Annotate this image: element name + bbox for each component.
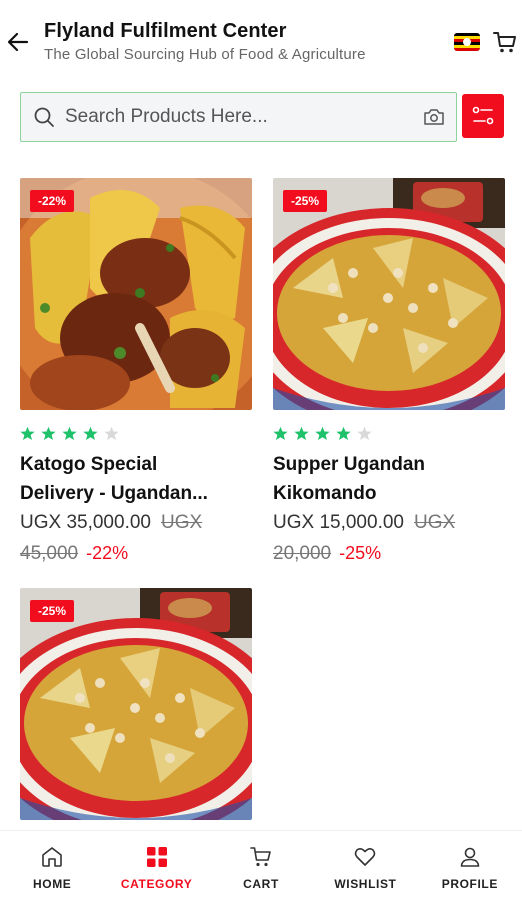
rating-stars xyxy=(20,426,119,441)
product-name-line1: Supper Ugandan xyxy=(273,454,426,475)
star-filled-icon xyxy=(315,426,330,441)
product-name-line2: Delivery - Ugandan... xyxy=(20,483,208,504)
product-image[interactable] xyxy=(20,178,252,410)
page-title: Flyland Fulfilment Center xyxy=(44,20,287,42)
star-empty-icon xyxy=(357,426,372,441)
arrow-left-icon xyxy=(7,32,29,52)
nav-home-label: HOME xyxy=(33,877,72,891)
app-header: Flyland Fulfilment Center The Global Sou… xyxy=(0,0,522,80)
product-image[interactable] xyxy=(273,178,505,410)
discount-percent: -22% xyxy=(86,543,129,563)
star-filled-icon xyxy=(273,426,288,441)
current-price: UGX 35,000.00 xyxy=(20,512,151,533)
nav-category[interactable]: CATEGORY xyxy=(104,831,208,900)
filter-icon xyxy=(472,106,494,125)
price-row: UGX 15,000.00 UGX xyxy=(273,512,455,534)
home-icon xyxy=(42,847,63,867)
search-box[interactable] xyxy=(20,92,457,142)
cart-icon xyxy=(493,32,516,53)
star-empty-icon xyxy=(104,426,119,441)
page-subtitle: The Global Sourcing Hub of Food & Agricu… xyxy=(44,46,366,63)
discount-badge: -25% xyxy=(283,190,328,212)
nav-cart[interactable]: CART xyxy=(209,831,313,900)
discount-badge: -25% xyxy=(30,600,75,622)
category-icon xyxy=(146,847,167,867)
rating-stars xyxy=(273,426,372,441)
old-price-amount: 20,000 xyxy=(273,543,332,564)
search-bar xyxy=(20,92,504,142)
price-row: UGX 35,000.00 UGX xyxy=(20,512,202,534)
product-name[interactable]: Katogo Special Delivery - Ugandan... xyxy=(20,450,252,508)
nav-home[interactable]: HOME xyxy=(0,831,104,900)
product-name-line2: Kikomando xyxy=(273,483,377,504)
product-image[interactable] xyxy=(20,588,252,820)
nav-profile-label: PROFILE xyxy=(441,877,498,891)
discount-percent: -25% xyxy=(339,543,382,563)
star-filled-icon xyxy=(336,426,351,441)
star-filled-icon xyxy=(20,426,35,441)
discount-badge: -22% xyxy=(30,190,75,212)
product-name-line1: Katogo Special xyxy=(20,454,158,475)
profile-icon xyxy=(460,847,480,867)
current-price: UGX 15,000.00 xyxy=(273,512,404,533)
old-price-currency: UGX xyxy=(160,512,203,533)
old-price-amount: 45,000 xyxy=(20,543,79,564)
price-row-2: 20,000 -25% xyxy=(273,543,381,565)
search-icon xyxy=(34,107,54,127)
cart-button[interactable] xyxy=(492,30,518,54)
uganda-flag-icon[interactable] xyxy=(454,33,480,51)
star-filled-icon xyxy=(41,426,56,441)
cart-icon xyxy=(250,847,271,867)
nav-category-label: CATEGORY xyxy=(120,877,193,891)
nav-wishlist[interactable]: WISHLIST xyxy=(313,831,417,900)
heart-icon xyxy=(355,848,376,866)
price-row-2: 45,000 -22% xyxy=(20,543,128,565)
nav-profile[interactable]: PROFILE xyxy=(418,831,522,900)
bottom-navigation: HOME CATEGORY CART WISHLIST PROFILE xyxy=(0,830,522,900)
star-filled-icon xyxy=(62,426,77,441)
product-name[interactable]: Supper Ugandan Kikomando xyxy=(273,450,505,508)
nav-cart-label: CART xyxy=(243,877,279,891)
filter-button[interactable] xyxy=(462,94,504,138)
search-input[interactable] xyxy=(65,104,415,130)
back-button[interactable] xyxy=(6,30,30,54)
nav-wishlist-label: WISHLIST xyxy=(334,877,397,891)
star-filled-icon xyxy=(83,426,98,441)
camera-icon[interactable] xyxy=(423,107,445,127)
old-price-currency: UGX xyxy=(413,512,456,533)
star-filled-icon xyxy=(294,426,309,441)
